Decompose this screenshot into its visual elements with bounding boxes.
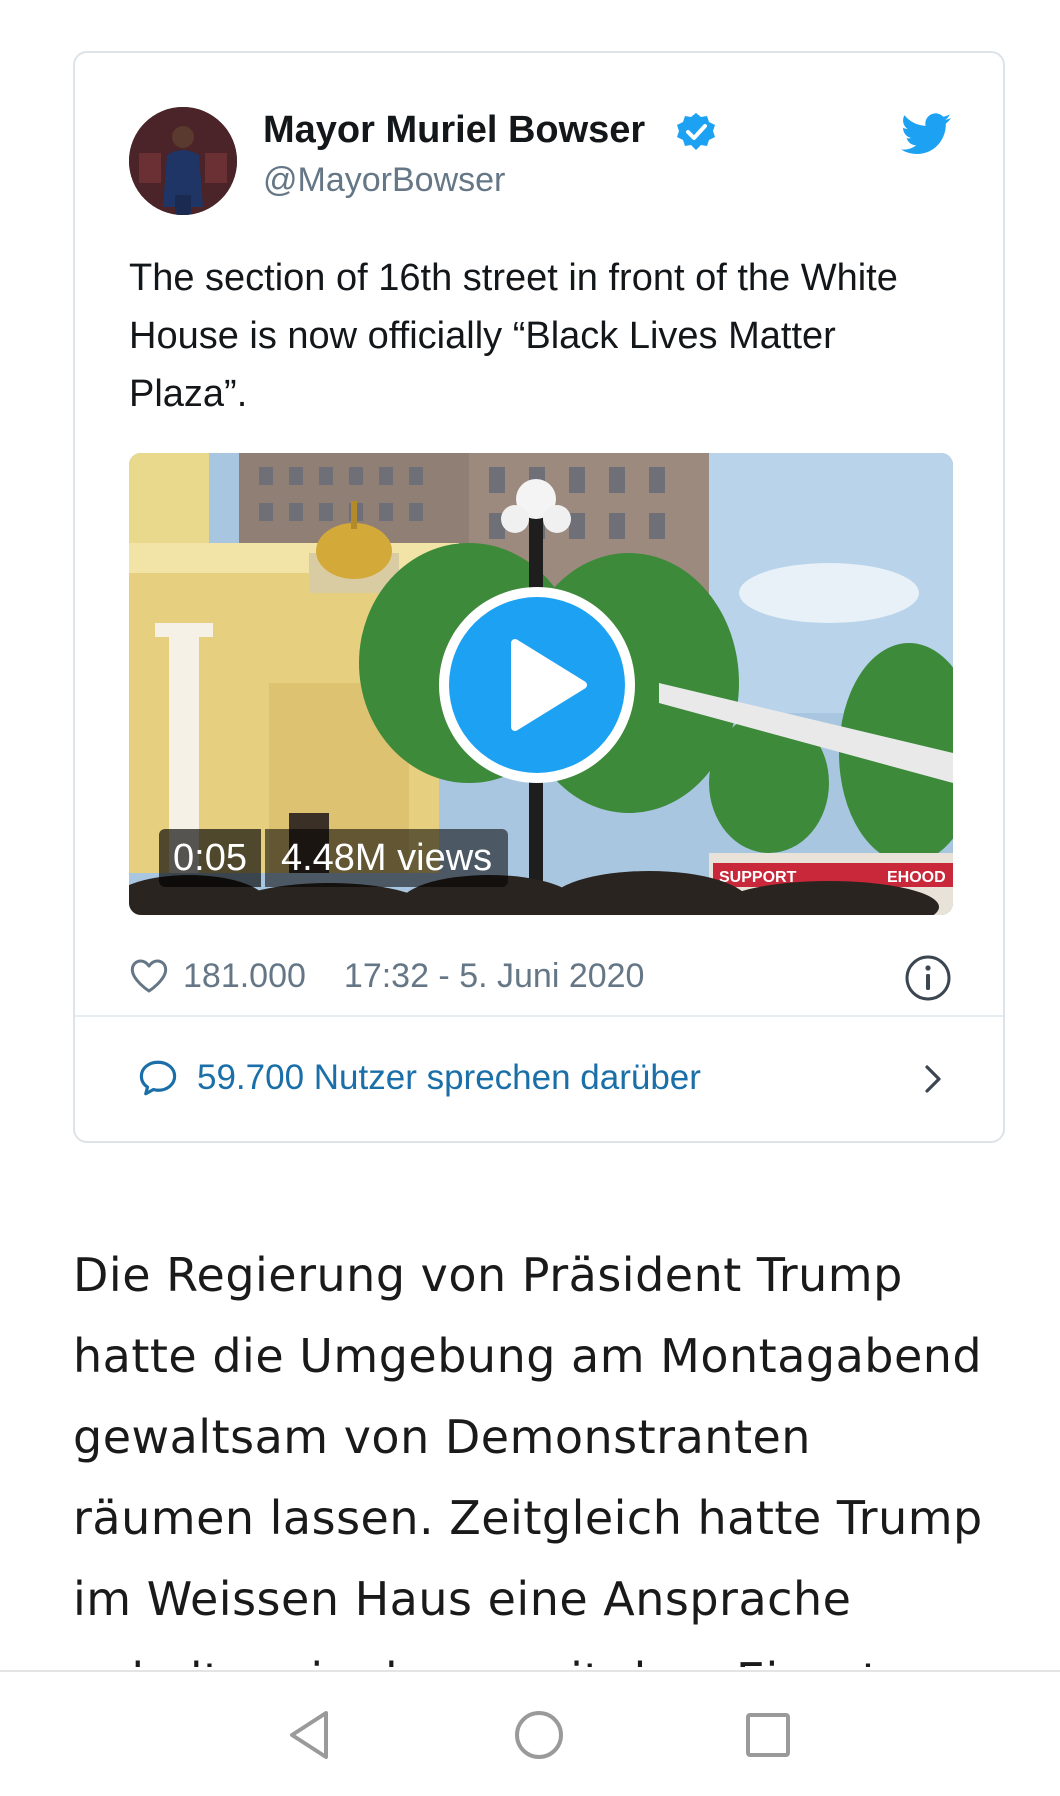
tweet-text: The section of 16th street in front of t… xyxy=(129,257,898,415)
video-views: 4.48M views xyxy=(264,829,509,887)
tweet-timestamp[interactable]: 17:32 - 5. Juni 2020 xyxy=(344,957,645,996)
verified-badge-icon xyxy=(677,113,715,150)
video-thumbnail[interactable]: SUPPORT EHOOD 0:05 4.48M views xyxy=(129,453,953,915)
recents-square-icon[interactable] xyxy=(740,1707,796,1763)
chevron-right-icon[interactable] xyxy=(915,1059,951,1099)
video-info-badge: 0:05 4.48M views xyxy=(159,829,509,887)
conversation-link[interactable]: 59.700 Nutzer sprechen darüber xyxy=(137,1043,957,1113)
article-line: im Weissen Haus eine Ansprache xyxy=(73,1572,852,1626)
reply-bubble-icon xyxy=(139,1060,177,1096)
article-line: räumen lassen. Zeitgleich hatte Trump xyxy=(73,1491,983,1545)
article-line: hatte die Umgebung am Montagabend xyxy=(73,1329,983,1383)
play-button[interactable] xyxy=(437,585,637,785)
sign-text-right: EHOOD xyxy=(887,869,946,886)
article-line: gehalten, in der er mit dem Einsat xyxy=(73,1640,1013,1667)
like-count[interactable]: 181.000 xyxy=(183,957,306,996)
article-line: gewaltsam von Demonstranten xyxy=(73,1410,811,1464)
article-paragraph: Die Regierung von Präsident Trump hatte … xyxy=(73,1235,1013,1667)
article-line: Die Regierung von Präsident Trump xyxy=(73,1248,903,1302)
back-triangle-icon[interactable] xyxy=(282,1707,338,1763)
home-circle-icon[interactable] xyxy=(511,1707,567,1763)
tweet-embed-card[interactable]: Mayor Muriel Bowser @MayorBowser The sec… xyxy=(73,51,1005,1143)
video-duration: 0:05 xyxy=(159,829,261,887)
heart-icon[interactable] xyxy=(129,956,169,996)
card-divider xyxy=(75,1015,1003,1017)
conversation-label[interactable]: 59.700 Nutzer sprechen darüber xyxy=(197,1058,701,1098)
author-name[interactable]: Mayor Muriel Bowser xyxy=(263,109,645,152)
tweet-meta-row: 181.000 17:32 - 5. Juni 2020 xyxy=(129,951,953,1001)
author-avatar[interactable] xyxy=(129,107,237,215)
twitter-bird-icon[interactable] xyxy=(901,113,951,155)
author-handle[interactable]: @MayorBowser xyxy=(263,161,505,200)
info-icon[interactable] xyxy=(903,953,953,1003)
android-navigation-bar xyxy=(0,1670,1060,1796)
